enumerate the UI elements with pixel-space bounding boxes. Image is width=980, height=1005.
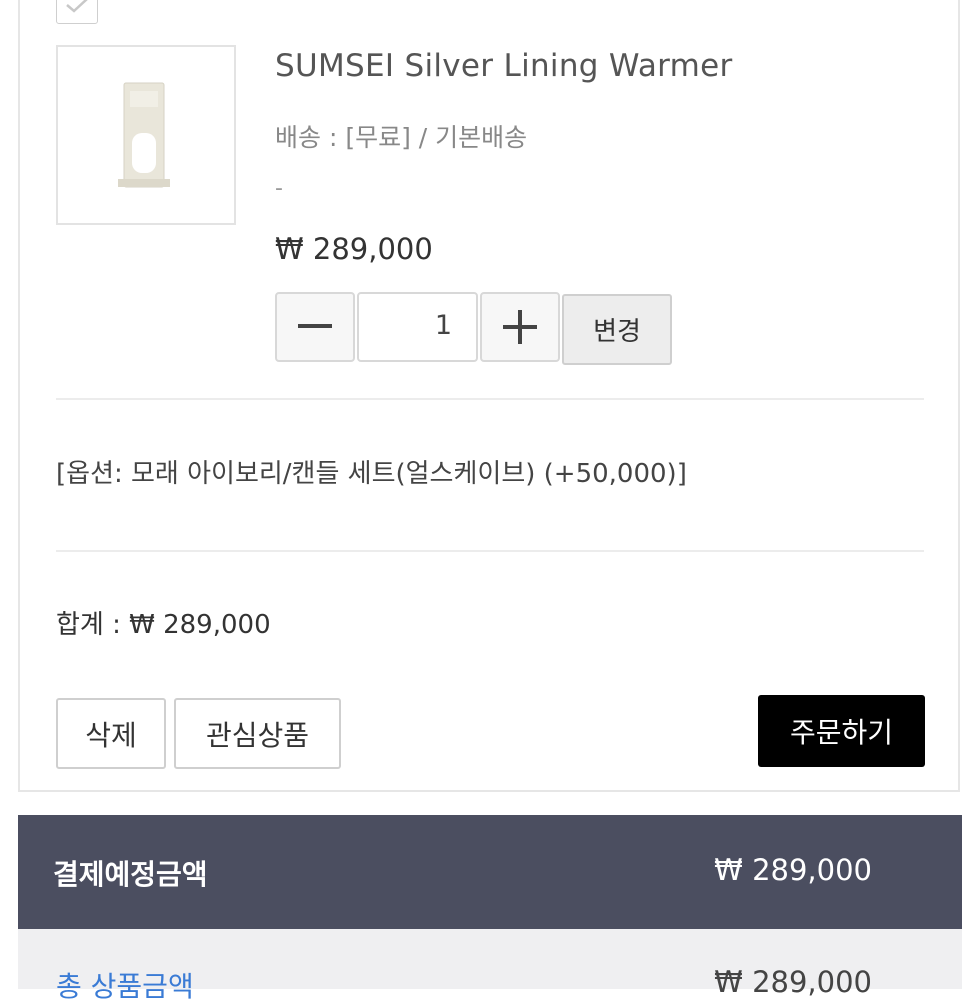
wishlist-button[interactable]: 관심상품 (174, 698, 341, 769)
order-button[interactable]: 주문하기 (758, 695, 925, 767)
subtotal-label[interactable]: 총 상품금액 (56, 965, 194, 1005)
option-text: [옵션: 모래 아이보리/캔들 세트(얼스케이브) (+50,000)] (56, 459, 687, 489)
payment-label: 결제예정금액 (53, 858, 208, 891)
product-price: ₩ 289,000 (275, 232, 433, 266)
quantity-input[interactable]: 1 (357, 292, 478, 362)
product-thumbnail[interactable] (56, 45, 236, 225)
quantity-increase-button[interactable] (480, 292, 560, 362)
item-total: 합계 : ₩ 289,000 (56, 610, 271, 640)
product-extra: - (275, 176, 283, 201)
quantity-change-button[interactable]: 변경 (562, 294, 672, 365)
product-name[interactable]: SUMSEI Silver Lining Warmer (275, 48, 733, 84)
delete-button[interactable]: 삭제 (56, 698, 166, 769)
quantity-decrease-button[interactable] (275, 292, 355, 362)
subtotal-amount: ₩ 289,000 (714, 965, 872, 999)
divider (56, 550, 924, 552)
checkmark-icon (66, 0, 88, 13)
payment-summary-bar: 결제예정금액 ₩ 289,000 (18, 815, 962, 929)
product-image (118, 82, 170, 188)
item-select-checkbox[interactable] (56, 0, 98, 24)
subtotal-bar: 총 상품금액 ₩ 289,000 (18, 929, 962, 1003)
minus-icon (298, 324, 332, 328)
plus-icon (503, 310, 537, 344)
shipping-info: 배송 : [무료] / 기본배송 (275, 123, 528, 152)
divider (56, 398, 924, 400)
payment-amount: ₩ 289,000 (714, 853, 872, 887)
